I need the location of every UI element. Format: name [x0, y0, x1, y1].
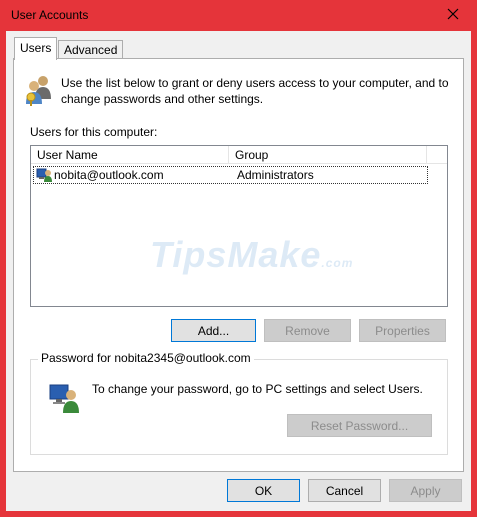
intro-text: Use the list below to grant or deny user… — [61, 76, 449, 106]
dialog-body: Users Advanced Use the list below to gra… — [6, 31, 471, 511]
watermark-suffix: .com — [321, 256, 354, 270]
ok-button[interactable]: OK — [227, 479, 300, 502]
ok-button-label: OK — [254, 483, 273, 498]
table-row[interactable]: nobita@outlook.com Administrators — [33, 166, 428, 184]
reset-password-label: Reset Password... — [310, 418, 409, 433]
users-list-label: Users for this computer: — [30, 125, 158, 139]
column-header-group[interactable]: Group — [229, 146, 427, 164]
window-title: User Accounts — [11, 8, 89, 22]
tab-users-label: Users — [20, 41, 52, 55]
apply-button[interactable]: Apply — [389, 479, 462, 502]
remove-button-label: Remove — [285, 323, 330, 338]
password-info-text: To change your password, go to PC settin… — [92, 382, 423, 396]
tab-users[interactable]: Users — [14, 37, 58, 60]
column-header-user-name[interactable]: User Name — [31, 146, 229, 164]
column-group-label: Group — [235, 148, 269, 162]
users-list[interactable]: User Name Group nobita@outlook.com Admin… — [30, 145, 448, 307]
row-user-name: nobita@outlook.com — [54, 168, 164, 182]
watermark-text: TipsMake — [150, 234, 322, 275]
users-tab-panel: Use the list below to grant or deny user… — [13, 58, 464, 472]
cancel-button-label: Cancel — [325, 483, 364, 498]
close-button[interactable] — [436, 1, 470, 27]
watermark: TipsMake.com — [150, 234, 353, 276]
properties-button[interactable]: Properties — [359, 319, 446, 342]
tab-advanced[interactable]: Advanced — [58, 40, 124, 58]
title-bar: User Accounts — [0, 0, 477, 31]
users-icon — [26, 76, 51, 106]
password-user-icon — [49, 384, 79, 413]
reset-password-button[interactable]: Reset Password... — [287, 414, 432, 437]
password-group-title: Password for nobita2345@outlook.com — [38, 351, 254, 365]
properties-button-label: Properties — [375, 323, 430, 338]
column-user-name-label: User Name — [37, 148, 98, 162]
remove-button[interactable]: Remove — [264, 319, 351, 342]
cancel-button[interactable]: Cancel — [308, 479, 381, 502]
add-button[interactable]: Add... — [171, 319, 256, 342]
tab-advanced-label: Advanced — [64, 43, 118, 57]
list-header: User Name Group — [31, 146, 447, 164]
user-computer-icon — [36, 168, 52, 182]
apply-button-label: Apply — [410, 483, 441, 498]
add-button-label: Add... — [197, 323, 230, 338]
user-accounts-window: User Accounts Users Advanced Use the lis… — [0, 0, 477, 517]
close-icon — [447, 8, 459, 20]
password-group — [30, 359, 448, 455]
row-group: Administrators — [237, 168, 314, 182]
